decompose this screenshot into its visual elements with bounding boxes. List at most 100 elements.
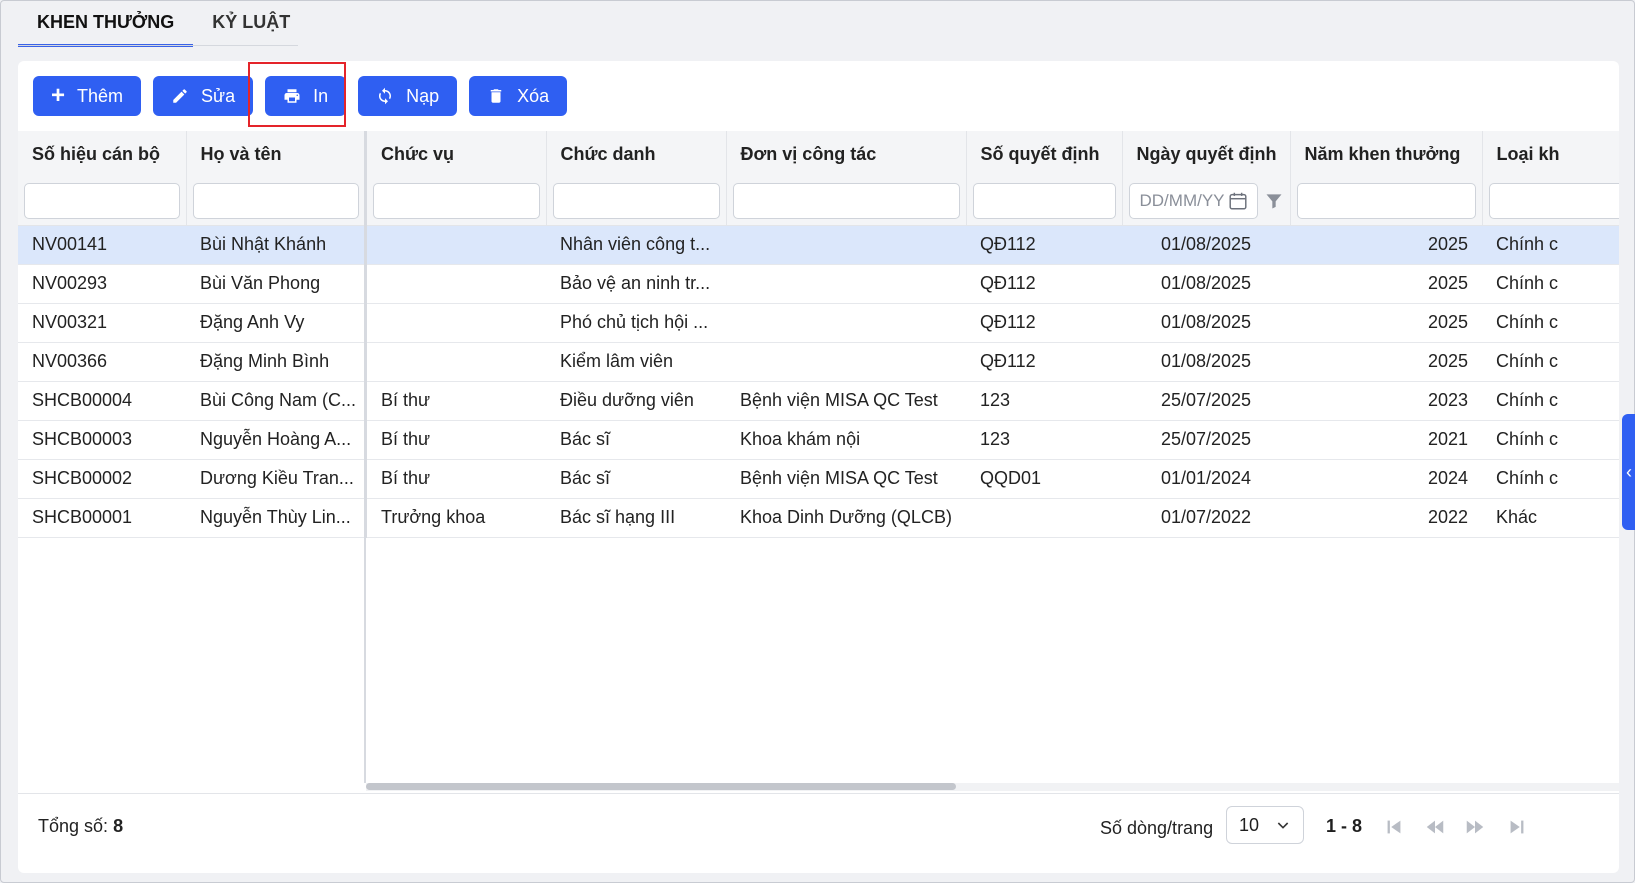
cell-date: 01/08/2025 xyxy=(1122,264,1290,304)
cell-code: NV00366 xyxy=(18,342,186,382)
cell-position xyxy=(366,264,546,304)
rows-per-page-select[interactable]: 10 xyxy=(1226,806,1304,844)
reload-button[interactable]: Nạp xyxy=(358,76,458,116)
cell-code: SHCB00004 xyxy=(18,381,186,421)
side-panel-toggle[interactable]: ‹ xyxy=(1622,414,1635,530)
cell-year: 2021 xyxy=(1290,420,1482,460)
chevron-left-icon: ‹ xyxy=(1626,461,1632,482)
cell-unit: Bệnh viện MISA QC Test xyxy=(726,459,966,499)
filter-title-input[interactable] xyxy=(552,182,720,219)
col-header-name[interactable]: Họ và tên xyxy=(186,131,367,177)
toolbar: + Thêm Sửa In Nạp Xóa xyxy=(33,76,568,116)
rows-per-page-value: 10 xyxy=(1239,814,1260,835)
cell-date: 01/08/2025 xyxy=(1122,303,1290,343)
calendar-icon[interactable] xyxy=(1227,190,1249,212)
cell-code: NV00141 xyxy=(18,225,186,265)
cell-year: 2025 xyxy=(1290,225,1482,265)
cell-type: Chính c xyxy=(1482,264,1619,304)
cell-type: Chính c xyxy=(1482,303,1619,343)
cell-year: 2025 xyxy=(1290,303,1482,343)
cell-title: Bác sĩ hạng III xyxy=(546,498,726,538)
filter-funnel-icon[interactable] xyxy=(1264,191,1284,211)
cell-date: 01/08/2025 xyxy=(1122,225,1290,265)
cell-decision: 123 xyxy=(966,420,1122,460)
chevron-down-icon xyxy=(1277,822,1289,829)
cell-decision: QQD01 xyxy=(966,459,1122,499)
cell-name: Dương Kiều Tran... xyxy=(186,459,367,499)
cell-unit: Khoa Dinh Dưỡng (QLCB) xyxy=(726,498,966,538)
filter-row: DD/MM/YY xyxy=(18,177,1619,226)
first-page-button[interactable] xyxy=(1383,816,1405,838)
col-header-year[interactable]: Năm khen thưởng xyxy=(1290,131,1483,177)
tab-khen-thuong[interactable]: KHEN THƯỞNG xyxy=(18,1,194,47)
cell-year: 2022 xyxy=(1290,498,1482,538)
filter-position-input[interactable] xyxy=(373,182,540,219)
cell-unit xyxy=(726,225,966,265)
tab-ky-luat[interactable]: KỶ LUẬT xyxy=(193,1,309,47)
col-header-title[interactable]: Chức danh xyxy=(546,131,727,177)
tab-divider xyxy=(18,45,298,46)
filter-code-input[interactable] xyxy=(24,182,180,219)
cell-code: SHCB00003 xyxy=(18,420,186,460)
filter-type-input[interactable] xyxy=(1488,182,1619,219)
previous-page-button[interactable] xyxy=(1424,816,1446,838)
filter-date-input[interactable]: DD/MM/YY xyxy=(1128,182,1258,219)
table-row[interactable]: NV00321 Đặng Anh Vy Phó chủ tịch hội ... QĐ… xyxy=(18,303,1619,343)
filter-date: DD/MM/YY xyxy=(1128,182,1284,219)
cell-title: Phó chủ tịch hội ... xyxy=(546,303,726,343)
cell-type: Chính c xyxy=(1482,342,1619,382)
cell-title: Điều dưỡng viên xyxy=(546,381,726,421)
table-row[interactable]: SHCB00003 Nguyễn Hoàng A... Bí thư Bác sĩ Kh… xyxy=(18,420,1619,460)
last-page-button[interactable] xyxy=(1506,816,1528,838)
cell-year: 2025 xyxy=(1290,264,1482,304)
main-panel: + Thêm Sửa In Nạp Xóa Số hiệu cán bộ Họ … xyxy=(18,61,1619,873)
cell-type: Chính c xyxy=(1482,459,1619,499)
cell-name: Bùi Công Nam (C... xyxy=(186,381,367,421)
refresh-icon xyxy=(379,87,392,105)
horizontal-scrollbar-thumb[interactable] xyxy=(366,783,956,790)
table-row[interactable]: SHCB00004 Bùi Công Nam (C... Bí thư Điều dư… xyxy=(18,381,1619,421)
table-row[interactable]: NV00366 Đặng Minh Bình Kiểm lâm viên QĐ112 0… xyxy=(18,342,1619,382)
edit-button[interactable]: Sửa xyxy=(153,76,254,116)
plus-icon: + xyxy=(51,82,66,109)
cell-decision xyxy=(966,498,1122,538)
col-header-decision[interactable]: Số quyết định xyxy=(966,131,1123,177)
page-range: 1 - 8 xyxy=(1326,816,1363,836)
add-button-label: Thêm xyxy=(77,85,124,106)
col-header-position[interactable]: Chức vụ xyxy=(366,131,547,177)
table-row[interactable]: SHCB00001 Nguyễn Thùy Lin... Trưởng khoa Bá… xyxy=(18,498,1619,538)
cell-year: 2025 xyxy=(1290,342,1482,382)
next-page-button[interactable] xyxy=(1464,816,1486,838)
filter-name-input[interactable] xyxy=(192,182,359,219)
filter-unit-input[interactable] xyxy=(732,182,960,219)
print-button[interactable]: In xyxy=(265,76,347,116)
table-row[interactable]: SHCB00002 Dương Kiều Tran... Bí thư Bác sĩ B… xyxy=(18,459,1619,499)
cell-position xyxy=(366,342,546,382)
rewind-icon xyxy=(1426,820,1444,834)
cell-code: NV00293 xyxy=(18,264,186,304)
table-row[interactable]: NV00293 Bùi Văn Phong Bảo vệ an ninh tr...… xyxy=(18,264,1619,304)
total-count: Tổng số: 8 xyxy=(38,816,123,837)
delete-button-label: Xóa xyxy=(517,85,550,106)
cell-title: Kiểm lâm viên xyxy=(546,342,726,382)
col-header-code[interactable]: Số hiệu cán bộ xyxy=(18,131,187,177)
cell-date: 25/07/2025 xyxy=(1122,381,1290,421)
cell-code: NV00321 xyxy=(18,303,186,343)
edit-button-label: Sửa xyxy=(201,85,236,106)
add-button[interactable]: + Thêm xyxy=(33,76,142,116)
delete-button[interactable]: Xóa xyxy=(469,76,568,116)
filter-year-input[interactable] xyxy=(1296,182,1476,219)
cell-position: Trưởng khoa xyxy=(366,498,546,538)
col-header-date[interactable]: Ngày quyết định xyxy=(1122,131,1291,177)
cell-type: Chính c xyxy=(1482,225,1619,265)
table-row[interactable]: NV00141 Bùi Nhật Khánh Nhân viên công t...… xyxy=(18,225,1619,265)
app-frame: KHEN THƯỞNG KỶ LUẬT + Thêm Sửa In Nạp Xó… xyxy=(0,0,1635,883)
col-header-unit[interactable]: Đơn vị công tác xyxy=(726,131,967,177)
cell-unit xyxy=(726,264,966,304)
cell-decision: QĐ112 xyxy=(966,225,1122,265)
cell-decision: QĐ112 xyxy=(966,264,1122,304)
filter-decision-input[interactable] xyxy=(972,182,1116,219)
col-header-type[interactable]: Loại kh xyxy=(1482,131,1619,177)
cell-date: 01/01/2024 xyxy=(1122,459,1290,499)
cell-date: 01/07/2022 xyxy=(1122,498,1290,538)
